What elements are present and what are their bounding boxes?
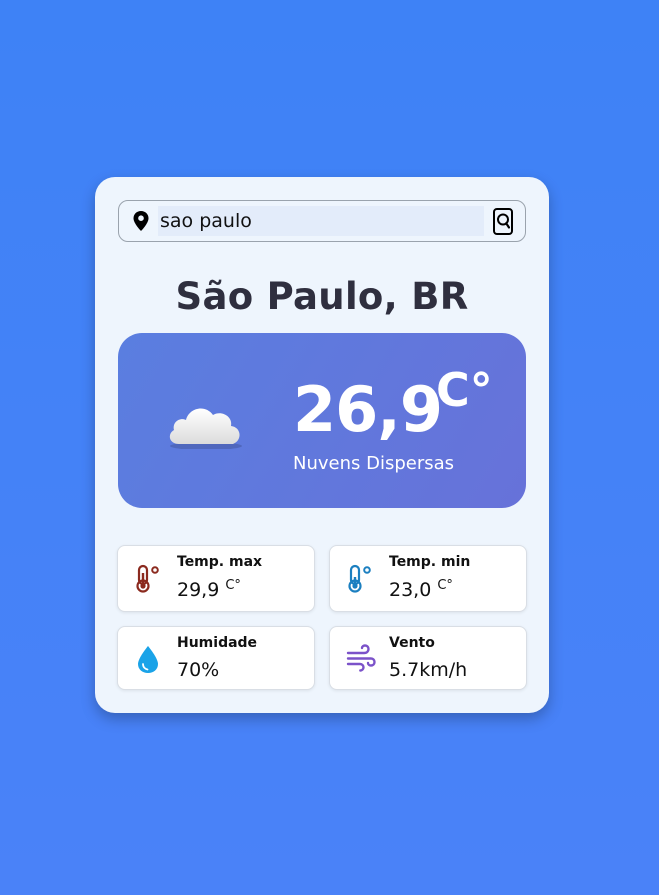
cloud-icon: [165, 395, 245, 453]
temp-min-label: Temp. min: [389, 554, 471, 570]
temp-max-label: Temp. max: [177, 554, 263, 570]
wind-label: Vento: [389, 635, 435, 651]
weather-description: Nuvens Dispersas: [293, 453, 455, 474]
stat-temp-max: Temp. max 29,9 C°: [117, 545, 315, 612]
search-button[interactable]: [493, 208, 513, 235]
location-pin-icon: [133, 211, 149, 231]
thermometer-cold-icon: [346, 564, 374, 598]
wind-value: 5.7km/h: [389, 659, 468, 681]
stat-wind: Vento 5.7km/h: [329, 626, 527, 690]
stat-temp-min: Temp. min 23,0 C°: [329, 545, 527, 612]
stat-humidity: Humidade 70%: [117, 626, 315, 690]
magnifier-icon: [497, 213, 510, 229]
water-drop-icon: [134, 644, 162, 678]
current-temperature: 26,9: [293, 373, 443, 446]
humidity-label: Humidade: [177, 635, 258, 651]
current-weather-panel: 26,9 C° Nuvens Dispersas: [118, 333, 526, 508]
wind-icon: [346, 644, 376, 676]
temp-min-value: 23,0 C°: [389, 578, 453, 601]
temp-max-value: 29,9 C°: [177, 578, 241, 601]
thermometer-hot-icon: [134, 564, 162, 598]
humidity-value: 70%: [177, 659, 220, 681]
city-title: São Paulo, BR: [175, 275, 469, 318]
search-bar: [118, 200, 526, 242]
search-input[interactable]: [158, 206, 484, 236]
weather-card: São Paulo, BR 26,9 C° Nuvens Dispersas: [95, 177, 549, 713]
temperature-unit: C°: [436, 363, 493, 417]
